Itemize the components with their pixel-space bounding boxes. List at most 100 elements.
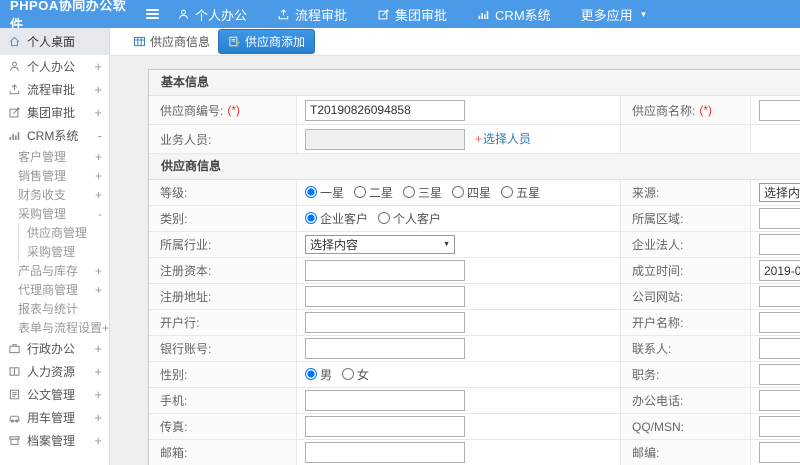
level-radio-2[interactable]: 三星 bbox=[403, 184, 442, 201]
sidebar-subitem-purchasing-mgmt[interactable]: 采购管理 bbox=[19, 242, 109, 261]
level-radio-1[interactable]: 二星 bbox=[354, 184, 393, 201]
position-input[interactable] bbox=[759, 364, 800, 385]
level-radio-3[interactable]: 四星 bbox=[452, 184, 491, 201]
form-add-icon bbox=[229, 36, 240, 47]
legal-person-input[interactable] bbox=[759, 234, 800, 255]
nav-label: 流程审批 bbox=[295, 7, 348, 23]
tab-supplier-add[interactable]: 供应商添加 bbox=[218, 29, 316, 54]
nav-crm[interactable]: CRM系统 bbox=[477, 5, 551, 24]
expand-icon[interactable]: + bbox=[94, 387, 105, 402]
expand-icon[interactable]: + bbox=[94, 59, 105, 74]
nav-more-apps[interactable]: 更多应用 ▼ bbox=[581, 5, 648, 24]
nav-group-approval[interactable]: 集团审批 bbox=[377, 5, 447, 24]
expand-icon[interactable]: + bbox=[95, 264, 105, 278]
gender-radio-0[interactable]: 男 bbox=[305, 366, 332, 383]
field-label: 来源: bbox=[621, 180, 751, 205]
level-radio-4[interactable]: 五星 bbox=[501, 184, 540, 201]
dropdown-arrow-icon: ▼ bbox=[443, 241, 450, 248]
sidebar-subitem-reports-stats[interactable]: 报表与统计 bbox=[0, 299, 109, 318]
field-value: 企业客户 个人客户 bbox=[297, 206, 621, 231]
expand-icon[interactable]: + bbox=[94, 105, 105, 120]
expand-icon[interactable]: + bbox=[95, 283, 105, 297]
sidebar-subitem-customer-mgmt[interactable]: 客户管理 + bbox=[0, 147, 109, 166]
founded-date-input[interactable] bbox=[759, 260, 800, 281]
qq-msn-input[interactable] bbox=[759, 416, 800, 437]
region-input[interactable] bbox=[759, 208, 800, 229]
sidebar-item-document-mgmt[interactable]: 公文管理 + bbox=[0, 383, 109, 406]
select-person-link[interactable]: +选择人员 bbox=[475, 132, 531, 146]
form-row: 手机: 办公电话: bbox=[149, 388, 800, 414]
sidebar-subitem-supplier-mgmt[interactable]: 供应商管理 bbox=[19, 223, 109, 242]
sidebar-subitem-form-flow-settings[interactable]: 表单与流程设置 + bbox=[0, 318, 109, 337]
tab-supplier-info[interactable]: 供应商信息 bbox=[133, 33, 210, 50]
contact-person-input[interactable] bbox=[759, 338, 800, 359]
field-value: 选择内容▼ bbox=[751, 180, 800, 205]
expand-icon[interactable]: + bbox=[94, 82, 105, 97]
sidebar-item-label: 个人桌面 bbox=[27, 35, 76, 49]
category-radio-1[interactable]: 个人客户 bbox=[378, 210, 441, 227]
sidebar-item-workflow-approval[interactable]: 流程审批 + bbox=[0, 78, 109, 101]
field-label: QQ/MSN: bbox=[621, 414, 751, 439]
sidebar-item-human-resources[interactable]: 人力资源 + bbox=[0, 360, 109, 383]
supplier-name-input[interactable] bbox=[759, 99, 800, 121]
office-phone-input[interactable] bbox=[759, 390, 800, 411]
collapse-icon[interactable]: - bbox=[98, 207, 105, 221]
sidebar-subitem-finance[interactable]: 财务收支 + bbox=[0, 185, 109, 204]
expand-icon[interactable]: + bbox=[95, 188, 105, 202]
expand-icon[interactable]: + bbox=[94, 364, 105, 379]
fax-input[interactable] bbox=[305, 416, 465, 437]
level-radio-0[interactable]: 一星 bbox=[305, 184, 344, 201]
field-value bbox=[297, 310, 621, 335]
select-value: 选择内容 bbox=[310, 238, 359, 252]
registered-capital-input[interactable] bbox=[305, 260, 465, 281]
nav-personal-office[interactable]: 个人办公 bbox=[177, 5, 247, 24]
form-row: 类别: 企业客户 个人客户 所属区域: bbox=[149, 206, 800, 232]
edit-icon bbox=[9, 107, 20, 118]
mobile-input[interactable] bbox=[305, 390, 465, 411]
source-select[interactable]: 选择内容▼ bbox=[759, 183, 800, 202]
form-row: 业务人员: +选择人员 bbox=[149, 125, 800, 154]
field-label: 银行账号: bbox=[149, 336, 297, 361]
sidebar-item-archive-mgmt[interactable]: 档案管理 + bbox=[0, 429, 109, 452]
field-value bbox=[751, 362, 800, 387]
field-value bbox=[751, 96, 800, 124]
sidebar-subitem-sales-mgmt[interactable]: 销售管理 + bbox=[0, 166, 109, 185]
radio-label: 三星 bbox=[418, 185, 443, 200]
upload-icon bbox=[278, 8, 289, 19]
sidebar-item-admin-office[interactable]: 行政办公 + bbox=[0, 337, 109, 360]
menu-toggle-icon[interactable] bbox=[146, 9, 159, 19]
company-website-input[interactable] bbox=[759, 286, 800, 307]
sidebar-item-vehicle-mgmt[interactable]: 用车管理 + bbox=[0, 406, 109, 429]
nav-workflow-approval[interactable]: 流程审批 bbox=[277, 5, 347, 24]
gender-radio-1[interactable]: 女 bbox=[342, 366, 369, 383]
business-person-input[interactable] bbox=[305, 128, 465, 150]
select-value: 选择内容 bbox=[764, 186, 800, 200]
account-name-input[interactable] bbox=[759, 312, 800, 333]
expand-icon[interactable]: + bbox=[102, 321, 109, 335]
supplier-code-input[interactable] bbox=[305, 99, 465, 121]
postcode-input[interactable] bbox=[759, 442, 800, 463]
sidebar-item-group-approval[interactable]: 集团审批 + bbox=[0, 101, 109, 124]
expand-icon[interactable]: + bbox=[94, 410, 105, 425]
expand-icon[interactable]: + bbox=[94, 433, 105, 448]
email-input[interactable] bbox=[305, 442, 465, 463]
sidebar-subitem-label: 产品与库存 bbox=[18, 264, 79, 278]
expand-icon[interactable]: + bbox=[95, 150, 105, 164]
required-marker: (*) bbox=[227, 103, 241, 117]
expand-icon[interactable]: + bbox=[95, 169, 105, 183]
sidebar-subgroup: 供应商管理 采购管理 bbox=[18, 223, 109, 261]
sidebar-subitem-product-inventory[interactable]: 产品与库存 + bbox=[0, 261, 109, 280]
sidebar-item-personal-office[interactable]: 个人办公 + bbox=[0, 55, 109, 78]
collapse-icon[interactable]: - bbox=[98, 128, 105, 143]
sidebar-subitem-agent-mgmt[interactable]: 代理商管理 + bbox=[0, 280, 109, 299]
field-label: 开户行: bbox=[149, 310, 297, 335]
industry-select[interactable]: 选择内容 ▼ bbox=[305, 235, 455, 254]
expand-icon[interactable]: + bbox=[94, 341, 105, 356]
bank-input[interactable] bbox=[305, 312, 465, 333]
sidebar-item-personal-desktop[interactable]: 个人桌面 bbox=[0, 28, 109, 55]
registered-address-input[interactable] bbox=[305, 286, 465, 307]
sidebar-item-crm-system[interactable]: CRM系统 - bbox=[0, 124, 109, 147]
sidebar-subitem-purchase-mgmt[interactable]: 采购管理 - bbox=[0, 204, 109, 223]
bank-account-input[interactable] bbox=[305, 338, 465, 359]
category-radio-0[interactable]: 企业客户 bbox=[305, 210, 368, 227]
